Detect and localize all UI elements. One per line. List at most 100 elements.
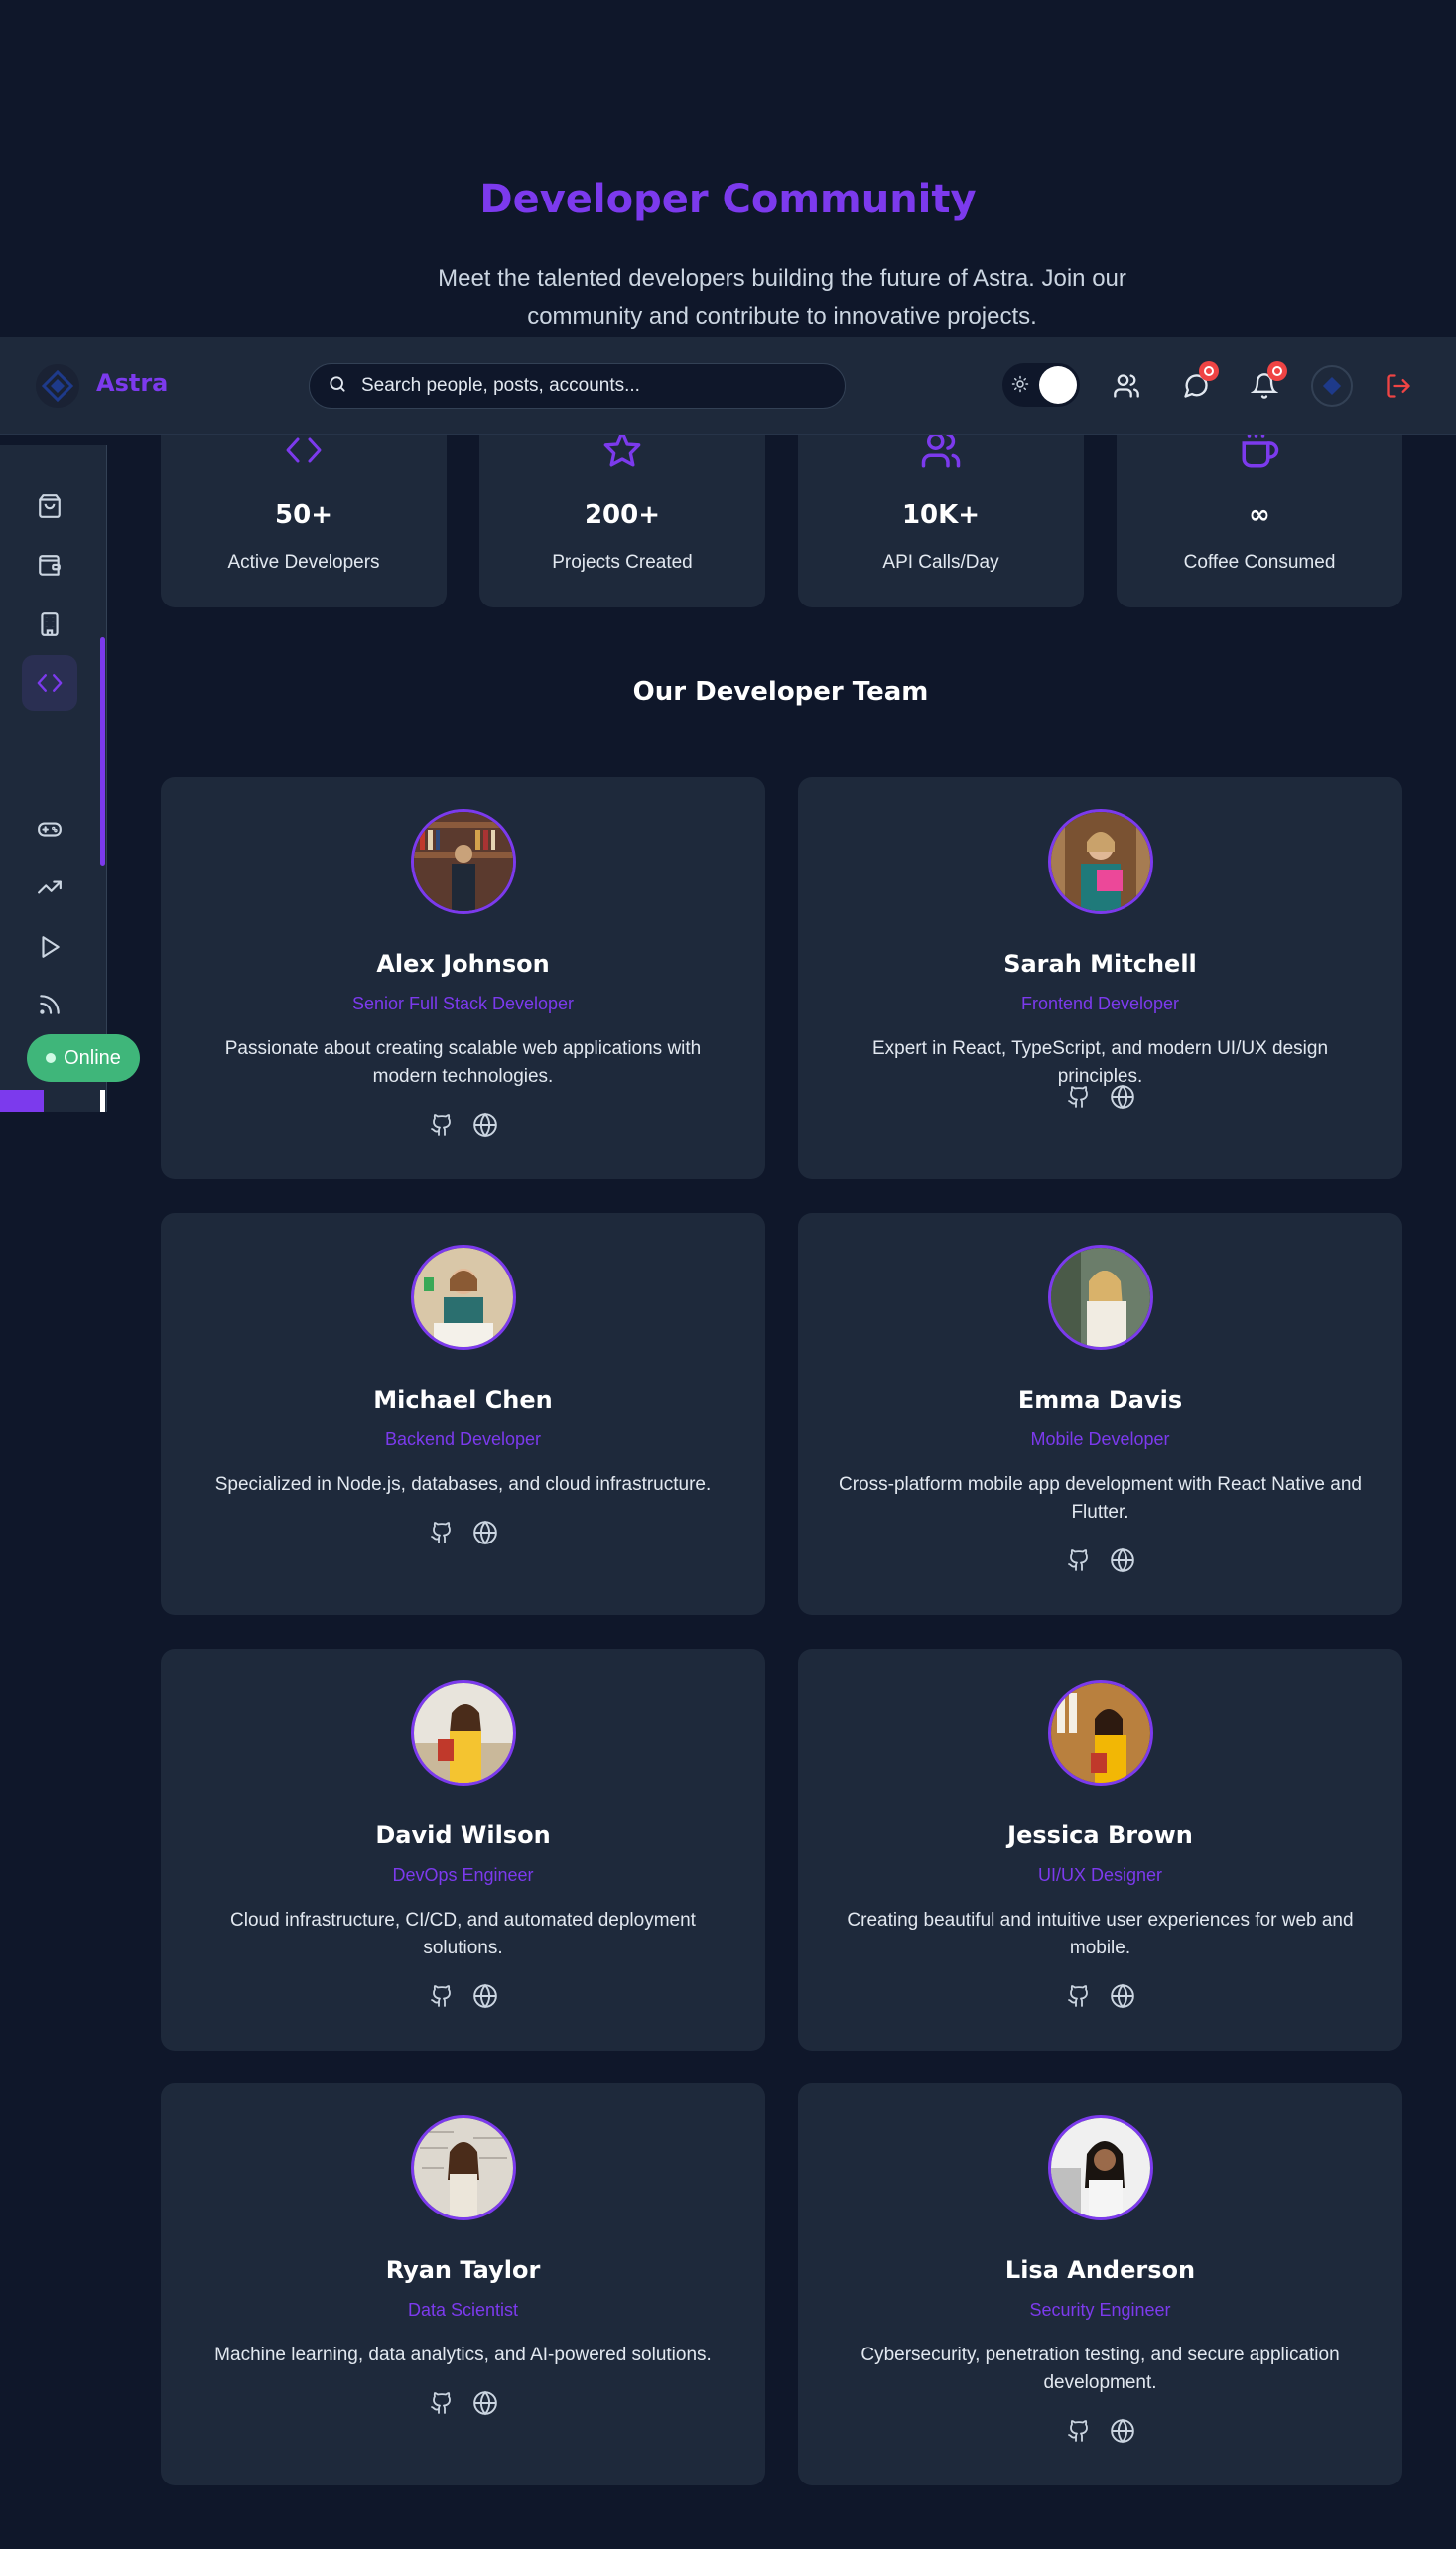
developer-role: Mobile Developer — [1030, 1429, 1170, 1449]
github-icon[interactable] — [428, 1519, 456, 1546]
stat-label: Coffee Consumed — [1183, 552, 1336, 573]
sidebar-scroll-indicator — [100, 637, 105, 866]
stat-value: ∞ — [1249, 500, 1270, 530]
globe-icon[interactable] — [471, 1111, 499, 1139]
developer-role: Backend Developer — [384, 1429, 542, 1449]
status-badge[interactable]: Online — [27, 1034, 140, 1082]
brand-name[interactable]: Astra — [96, 369, 168, 397]
social-links — [798, 1083, 1402, 1111]
social-links — [798, 2417, 1402, 2445]
toggle-knob — [1039, 366, 1077, 404]
globe-icon[interactable] — [471, 1982, 499, 2010]
developer-name: Ryan Taylor — [385, 2256, 541, 2284]
github-icon[interactable] — [428, 1111, 456, 1139]
users-icon[interactable] — [1108, 367, 1145, 405]
github-icon[interactable] — [428, 1982, 456, 2010]
stat-label: Active Developers — [227, 552, 380, 573]
developer-role: DevOps Engineer — [392, 1865, 534, 1885]
stat-value: 200+ — [584, 500, 661, 530]
developer-role: Senior Full Stack Developer — [351, 994, 575, 1013]
sidebar-tick — [100, 1090, 105, 1112]
github-icon[interactable] — [1065, 2417, 1093, 2445]
github-icon[interactable] — [1065, 1083, 1093, 1111]
developer-name: Michael Chen — [373, 1386, 553, 1413]
developer-bio: Cloud infrastructure, CI/CD, and automat… — [230, 1910, 696, 1958]
page-title: Developer Community — [479, 177, 977, 222]
developer-role: UI/UX Designer — [1037, 1865, 1163, 1885]
developer-card: Alex Johnson Senior Full Stack Developer… — [161, 777, 765, 1179]
play-icon — [42, 936, 60, 958]
status-label: Online — [64, 1046, 121, 1069]
stat-value: 10K+ — [901, 500, 981, 530]
github-icon[interactable] — [1065, 1546, 1093, 1574]
sidebar-item-videos[interactable] — [22, 919, 77, 975]
globe-icon[interactable] — [1109, 2417, 1136, 2445]
gamepad-icon — [38, 822, 62, 837]
developer-name: Jessica Brown — [1007, 1821, 1193, 1849]
developer-card: Sarah Mitchell Frontend Developer Expert… — [798, 777, 1402, 1179]
developer-name: Emma Davis — [1017, 1386, 1183, 1413]
bell-icon[interactable] — [1246, 361, 1287, 405]
github-icon[interactable] — [1065, 1982, 1093, 2010]
globe-icon[interactable] — [1109, 1083, 1136, 1111]
section-title: Our Developer Team — [632, 677, 929, 707]
sidebar-item-shop[interactable] — [22, 478, 77, 534]
search-input[interactable] — [361, 375, 838, 397]
theme-toggle[interactable] — [1002, 363, 1080, 407]
building-icon — [41, 612, 59, 636]
avatar — [411, 1680, 516, 1786]
wallet-icon — [39, 555, 61, 576]
stat-label: API Calls/Day — [882, 552, 999, 573]
developer-card: David Wilson DevOps Engineer Cloud infra… — [161, 1649, 765, 2051]
developer-role: Frontend Developer — [1020, 994, 1180, 1013]
logout-icon[interactable] — [1380, 367, 1417, 405]
avatar — [1048, 809, 1153, 914]
stat-card-developers: 50+ Active Developers — [161, 435, 447, 607]
users-icon — [798, 432, 1084, 470]
shopping-bag-icon — [39, 494, 61, 518]
developer-card: Jessica Brown UI/UX Designer Creating be… — [798, 1649, 1402, 2051]
stat-card-api-calls: 10K+ API Calls/Day — [798, 432, 1084, 607]
avatar[interactable] — [1311, 365, 1353, 407]
avatar — [1048, 2115, 1153, 2220]
github-icon[interactable] — [428, 2389, 456, 2417]
page-subtitle: Meet the talented developers building th… — [438, 265, 1126, 330]
stat-card-coffee: ∞ Coffee Consumed — [1117, 430, 1402, 607]
astra-logo[interactable] — [36, 364, 79, 408]
developer-bio: Cybersecurity, penetration testing, and … — [860, 2345, 1340, 2393]
avatar — [411, 2115, 516, 2220]
social-links — [161, 1519, 765, 1546]
developer-card: Ryan Taylor Data Scientist Machine learn… — [161, 2083, 765, 2485]
sidebar-item-trending[interactable] — [22, 860, 77, 915]
messages-icon[interactable] — [1177, 361, 1219, 405]
social-links — [798, 1546, 1402, 1574]
developer-name: Lisa Anderson — [1004, 2256, 1196, 2284]
developer-bio: Cross-platform mobile app development wi… — [839, 1474, 1362, 1523]
developer-card: Lisa Anderson Security Engineer Cybersec… — [798, 2083, 1402, 2485]
developer-bio: Creating beautiful and intuitive user ex… — [847, 1910, 1354, 1958]
avatar — [411, 1245, 516, 1350]
top-navbar: Astra — [0, 337, 1456, 435]
globe-icon[interactable] — [1109, 1546, 1136, 1574]
stat-value: 50+ — [275, 500, 332, 530]
developer-role: Data Scientist — [407, 2300, 519, 2320]
sidebar-item-wallet[interactable] — [22, 538, 77, 594]
developer-bio: Specialized in Node.js, databases, and c… — [214, 1474, 712, 1495]
rss-icon — [40, 995, 60, 1014]
search-icon — [328, 374, 347, 398]
social-links — [798, 1982, 1402, 2010]
sidebar-item-company[interactable] — [22, 597, 77, 652]
online-dot-icon — [46, 1053, 57, 1063]
globe-icon[interactable] — [1109, 1982, 1136, 2010]
star-icon — [479, 430, 765, 470]
search-bar[interactable] — [309, 363, 846, 409]
sidebar-item-feed[interactable] — [22, 977, 77, 1032]
avatar — [411, 809, 516, 914]
developer-bio: Passionate about creating scalable web a… — [224, 1038, 702, 1087]
globe-icon[interactable] — [471, 2389, 499, 2417]
sun-icon — [1011, 375, 1029, 397]
developer-role: Security Engineer — [1029, 2300, 1171, 2320]
sidebar-item-games[interactable] — [22, 801, 77, 857]
globe-icon[interactable] — [471, 1519, 499, 1546]
stat-card-projects: 200+ Projects Created — [479, 430, 765, 607]
